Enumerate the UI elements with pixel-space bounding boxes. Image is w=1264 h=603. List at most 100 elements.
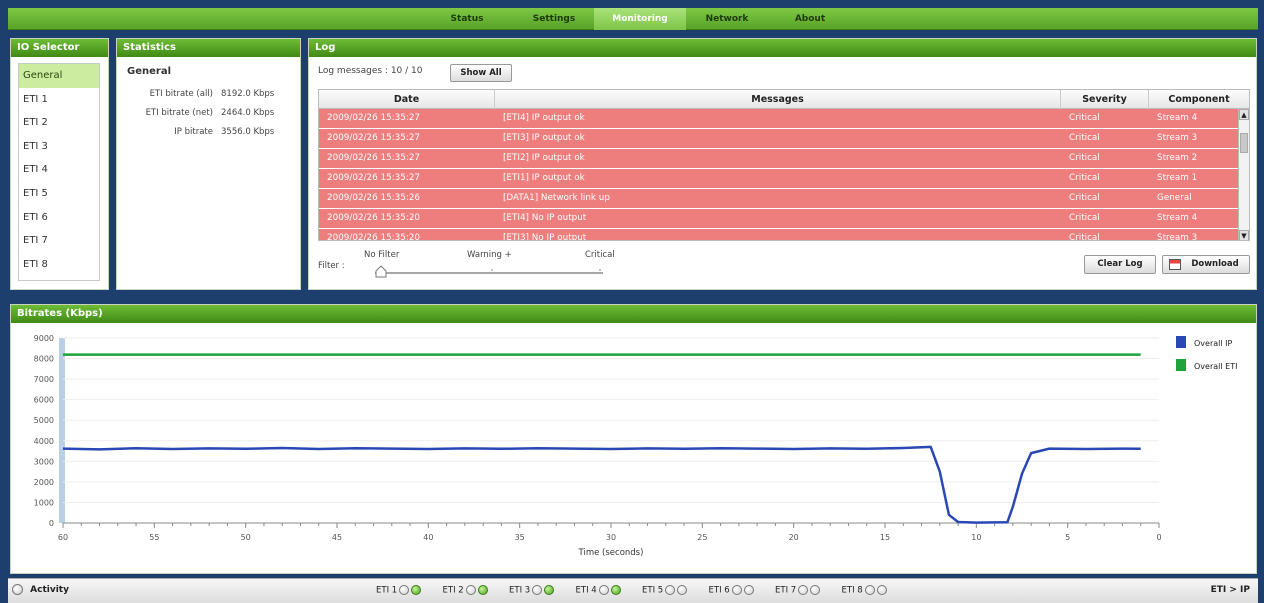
log-date: 2009/02/26 15:35:20 (327, 213, 421, 223)
io-item-eti3[interactable]: ETI 3 (19, 135, 99, 159)
log-table: Date Messages Severity Component 2009/02… (318, 89, 1250, 241)
table-row[interactable]: 2009/02/26 15:35:20 [ETI4] No IP output Cr… (319, 209, 1249, 229)
status-light-off-icon (399, 585, 410, 595)
scroll-down-icon[interactable]: ▼ (1239, 230, 1249, 240)
column-header-date[interactable]: Date (319, 90, 495, 109)
table-row[interactable]: 2009/02/26 15:35:27 [ETI1] IP output ok Cr… (319, 169, 1249, 189)
log-scrollbar[interactable]: ▲ ▼ (1238, 109, 1249, 240)
stat-value: 3556.0 Kbps (221, 127, 275, 137)
x-tick-label: 0 (1156, 533, 1161, 542)
activity-indicator: Activity (12, 584, 69, 595)
log-message: [ETI3] IP output ok (503, 133, 585, 143)
log-table-header: Date Messages Severity Component (319, 90, 1249, 109)
table-row[interactable]: 2009/02/26 15:35:20 [ETI3] No IP output Cr… (319, 229, 1249, 241)
log-message: [ETI1] IP output ok (503, 173, 585, 183)
tab-network[interactable]: Network (695, 8, 759, 30)
show-all-button[interactable]: Show All (450, 64, 512, 82)
eti-indicator: ETI 1 (376, 585, 422, 596)
log-date: 2009/02/26 15:35:27 (327, 173, 421, 183)
y-tick-label: 5000 (34, 416, 54, 425)
top-navigation: Status Settings Monitoring Network About (8, 8, 1258, 30)
column-header-component[interactable]: Component (1149, 90, 1249, 109)
status-light-off-icon (677, 585, 688, 595)
io-item-general[interactable]: General (19, 64, 99, 88)
tab-monitoring[interactable]: Monitoring (594, 8, 686, 30)
y-tick-label: 2000 (34, 478, 54, 487)
y-tick-label: 0 (49, 519, 54, 528)
status-light-on-icon (610, 585, 621, 595)
table-row[interactable]: 2009/02/26 15:35:27 [ETI4] IP output ok Cr… (319, 109, 1249, 129)
activity-light-icon (12, 584, 23, 595)
y-tick-label: 6000 (34, 396, 54, 405)
y-tick-label: 7000 (34, 375, 54, 384)
eti-indicator-label: ETI 6 (708, 585, 730, 596)
status-light-on-icon (411, 585, 422, 595)
clear-log-button[interactable]: Clear Log (1084, 255, 1156, 274)
status-light-off-icon (532, 585, 543, 595)
io-item-eti8[interactable]: ETI 8 (19, 253, 99, 277)
log-message: [ETI4] No IP output (503, 213, 587, 223)
log-component: Stream 1 (1157, 173, 1198, 183)
io-item-eti1[interactable]: ETI 1 (19, 88, 99, 112)
status-light-on-icon (477, 585, 488, 595)
x-tick-label: 30 (606, 533, 616, 542)
stat-label: IP bitrate (174, 127, 213, 137)
stat-label: ETI bitrate (net) (145, 108, 213, 118)
io-item-eti2[interactable]: ETI 2 (19, 111, 99, 135)
stat-value: 2464.0 Kbps (221, 108, 275, 118)
tab-settings[interactable]: Settings (522, 8, 586, 30)
eti-indicator: ETI 4 (576, 585, 621, 596)
x-tick-label: 45 (332, 533, 342, 542)
io-item-eti4[interactable]: ETI 4 (19, 158, 99, 182)
filter-slider[interactable] (367, 261, 607, 281)
log-date: 2009/02/26 15:35:20 (327, 233, 421, 241)
download-label: Download (1191, 259, 1239, 269)
download-button[interactable]: Download (1162, 255, 1250, 274)
eti-indicator-label: ETI 3 (509, 585, 531, 596)
io-selector-title: IO Selector (11, 39, 108, 57)
log-date: 2009/02/26 15:35:26 (327, 193, 421, 203)
tab-status[interactable]: Status (436, 8, 498, 30)
scroll-thumb[interactable] (1240, 133, 1248, 153)
log-date: 2009/02/26 15:35:27 (327, 133, 421, 143)
x-tick-label: 35 (515, 533, 525, 542)
log-component: Stream 4 (1157, 113, 1198, 123)
eti-indicator: ETI 6 (709, 585, 754, 596)
x-axis-label: Time (seconds) (578, 548, 644, 558)
log-rows: 2009/02/26 15:35:27 [ETI4] IP output ok Cr… (319, 109, 1249, 241)
table-row[interactable]: 2009/02/26 15:35:26 [DATA1] Network link … (319, 189, 1249, 209)
io-item-eti7[interactable]: ETI 7 (19, 229, 99, 253)
table-row[interactable]: 2009/02/26 15:35:27 [ETI2] IP output ok Cr… (319, 149, 1249, 169)
log-component: Stream 2 (1157, 153, 1198, 163)
scroll-up-icon[interactable]: ▲ (1239, 109, 1249, 120)
io-item-eti6[interactable]: ETI 6 (19, 206, 99, 230)
eti-indicator-label: ETI 5 (642, 585, 664, 596)
stat-label: ETI bitrate (all) (149, 89, 213, 99)
legend-swatch (1176, 359, 1186, 371)
column-header-messages[interactable]: Messages (495, 90, 1061, 109)
column-header-severity[interactable]: Severity (1061, 90, 1149, 109)
io-item-eti5[interactable]: ETI 5 (19, 182, 99, 206)
log-component: Stream 3 (1157, 233, 1198, 241)
eti-indicator: ETI 8 (842, 585, 887, 596)
log-severity: Critical (1069, 173, 1100, 183)
tab-about[interactable]: About (782, 8, 838, 30)
eti-indicator-label: ETI 8 (841, 585, 863, 596)
statistics-panel: Statistics General ETI bitrate (all) 819… (116, 38, 301, 290)
status-bar: Activity ETI 1 ETI 2 ETI 3 ETI 4 ETI 5 ETI 6 E… (8, 578, 1258, 603)
bitrates-title: Bitrates (Kbps) (11, 305, 1256, 323)
log-severity: Critical (1069, 213, 1100, 223)
filter-level-warning: Warning + (467, 250, 512, 260)
io-selector-list: General ETI 1 ETI 2 ETI 3 ETI 4 ETI 5 ET… (18, 63, 100, 281)
legend-label: Overall ETI (1194, 362, 1237, 371)
statistics-section-title: General (127, 66, 171, 77)
activity-label: Activity (30, 585, 69, 595)
status-light-off-icon (810, 585, 821, 595)
y-tick-label: 4000 (34, 437, 54, 446)
legend-swatch (1176, 336, 1186, 348)
table-row[interactable]: 2009/02/26 15:35:27 [ETI3] IP output ok Cr… (319, 129, 1249, 149)
x-tick-label: 55 (149, 533, 159, 542)
x-tick-label: 20 (789, 533, 799, 542)
x-tick-label: 10 (971, 533, 981, 542)
y-tick-label: 9000 (34, 334, 54, 343)
